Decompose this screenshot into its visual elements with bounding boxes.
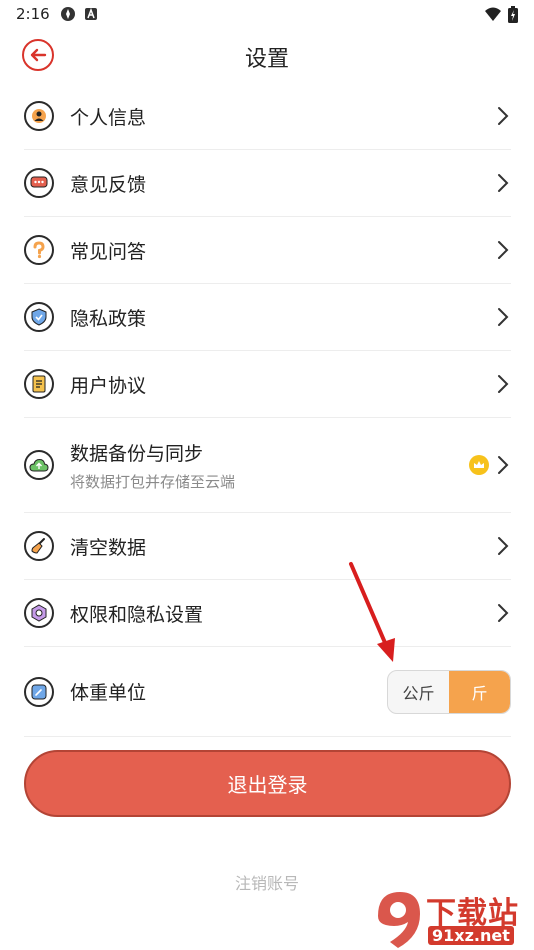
chevron-right-icon <box>498 456 509 474</box>
chevron-right-icon <box>498 375 509 393</box>
chevron-right-icon <box>498 174 509 192</box>
settings-item-user-agreement[interactable]: 用户协议 <box>24 351 511 418</box>
settings-item-label: 隐私政策 <box>70 307 147 330</box>
cloud-icon <box>24 450 54 480</box>
feedback-icon <box>24 168 54 198</box>
scale-icon <box>24 676 54 707</box>
settings-item-feedback[interactable]: 意见反馈 <box>24 150 511 217</box>
settings-item-description: 将数据打包并存储至云端 <box>70 472 236 491</box>
privacy-settings-icon <box>24 598 54 628</box>
document-icon <box>24 369 54 399</box>
shield-icon <box>24 302 54 332</box>
chevron-right-icon <box>498 241 509 259</box>
weight-unit-toggle: 公斤 斤 <box>387 669 511 714</box>
settings-item-weight-unit: 体重单位 公斤 斤 <box>24 647 511 737</box>
status-bar: 2:16 <box>0 0 534 28</box>
settings-item-permissions-privacy[interactable]: 权限和隐私设置 <box>24 580 511 647</box>
unit-option-jin[interactable]: 斤 <box>449 670 510 713</box>
header: 设置 <box>0 30 534 80</box>
text-notification-icon <box>84 6 98 25</box>
wifi-icon <box>484 6 502 26</box>
unit-option-kg[interactable]: 公斤 <box>388 671 449 713</box>
settings-item-label: 权限和隐私设置 <box>70 603 204 626</box>
annotation-arrow <box>349 562 395 662</box>
chevron-right-icon <box>498 308 509 326</box>
logout-button[interactable]: 退出登录 <box>24 750 511 817</box>
broom-icon <box>24 531 54 561</box>
settings-item-label: 意见反馈 <box>70 173 147 196</box>
settings-item-label: 数据备份与同步 <box>70 442 204 465</box>
settings-item-label: 个人信息 <box>70 106 147 129</box>
watermark-url: 91xz.net <box>428 926 514 945</box>
question-icon <box>24 235 54 265</box>
settings-item-label: 用户协议 <box>70 374 147 397</box>
settings-item-label: 常见问答 <box>70 240 147 263</box>
settings-item-personal-info[interactable]: 个人信息 <box>24 83 511 150</box>
status-time: 2:16 <box>16 5 50 23</box>
chevron-right-icon <box>498 604 509 622</box>
chevron-right-icon <box>498 537 509 555</box>
settings-item-faq[interactable]: 常见问答 <box>24 217 511 284</box>
user-icon <box>24 101 54 131</box>
app-notification-icon <box>60 6 76 26</box>
watermark-logo-icon <box>378 892 420 948</box>
settings-item-clear-data[interactable]: 清空数据 <box>24 513 511 580</box>
weight-unit-label: 体重单位 <box>70 682 147 704</box>
settings-item-label: 清空数据 <box>70 536 147 559</box>
page-title: 设置 <box>244 47 289 72</box>
battery-icon <box>508 6 518 27</box>
crown-icon <box>469 455 489 475</box>
settings-item-privacy-policy[interactable]: 隐私政策 <box>24 284 511 351</box>
settings-item-backup-sync[interactable]: 数据备份与同步 将数据打包并存储至云端 <box>24 418 511 513</box>
settings-list: 个人信息 意见反馈 常见问答 隐私政策 用户协议 数据备份与同步 将数据打包并存… <box>24 83 511 737</box>
chevron-right-icon <box>498 107 509 125</box>
watermark: 下载站 91xz.net <box>368 886 534 950</box>
